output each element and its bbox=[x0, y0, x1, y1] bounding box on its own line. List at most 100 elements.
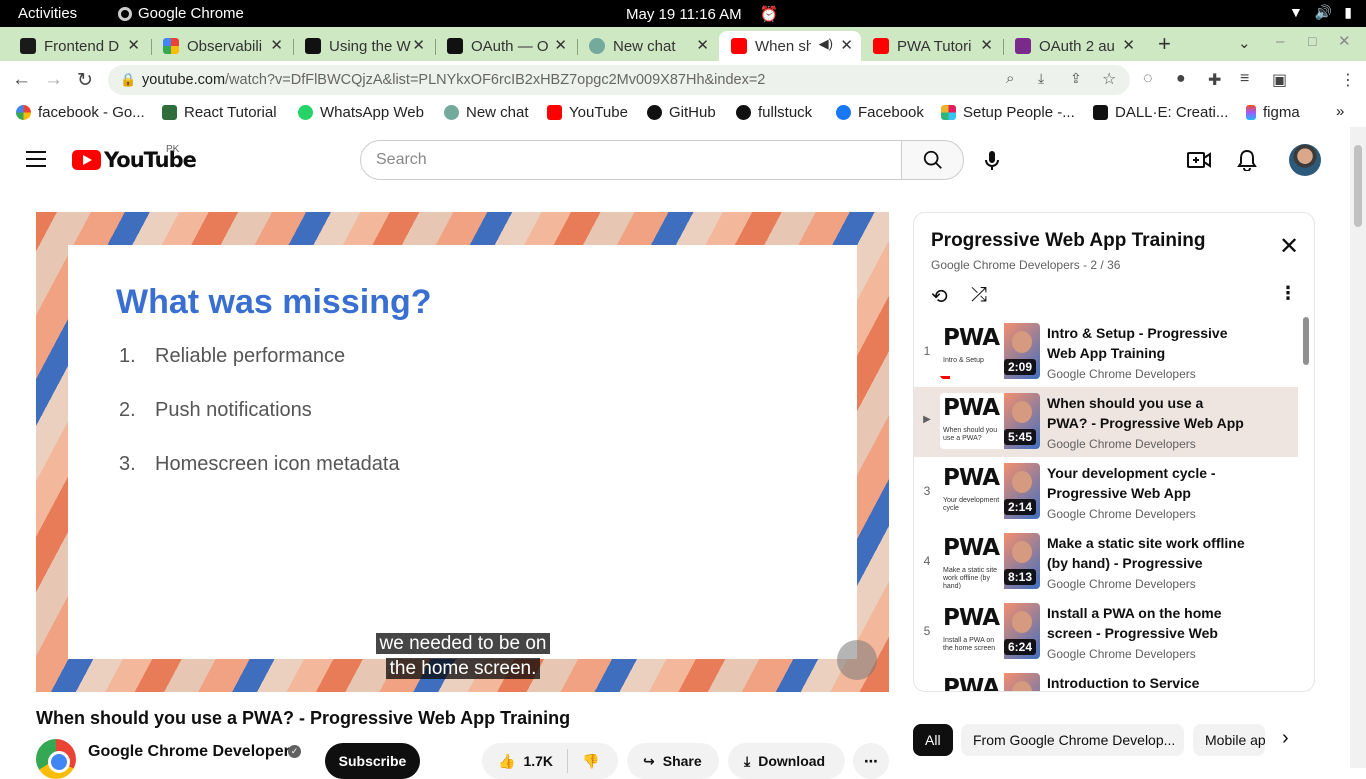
tab-new-chat[interactable]: New chat ✕ bbox=[577, 31, 717, 61]
close-icon[interactable]: ✕ bbox=[412, 36, 425, 54]
duration-badge: 8:13 bbox=[1003, 569, 1036, 585]
chip-from-channel[interactable]: From Google Chrome Develop... bbox=[961, 724, 1184, 756]
menu-icon[interactable] bbox=[26, 151, 46, 172]
zoom-search-icon[interactable]: ⌕ bbox=[1006, 70, 1014, 87]
close-playlist-icon[interactable]: ✕ bbox=[1279, 235, 1299, 259]
new-tab-button[interactable]: + bbox=[1158, 31, 1171, 57]
bookmark-star-icon[interactable]: ☆ bbox=[1102, 69, 1116, 89]
bookmark-new-chat[interactable]: New chat bbox=[444, 104, 529, 121]
channel-avatar[interactable] bbox=[36, 739, 76, 779]
extension-icon[interactable]: ● bbox=[1176, 70, 1186, 88]
reload-button[interactable]: ↻ bbox=[77, 69, 93, 92]
minimize-button[interactable]: – bbox=[1276, 33, 1284, 50]
bookmark-figma[interactable]: figma bbox=[1246, 104, 1300, 121]
tab-when-should-you-use[interactable]: When sh ◀) ✕ bbox=[719, 31, 861, 61]
puzzle-extensions-icon[interactable]: ✚ bbox=[1208, 70, 1221, 90]
like-icon[interactable]: 👍 bbox=[498, 753, 515, 770]
more-actions-button[interactable]: ⋯ bbox=[853, 743, 889, 779]
video-thumbnail[interactable]: PWA Intro & Setup 2:09 bbox=[940, 323, 1040, 379]
address-bar[interactable]: 🔒 youtube.com/watch?v=DfFlBWCQjzA&list=P… bbox=[108, 65, 1130, 95]
playlist-item[interactable]: 1 PWA Intro & Setup 2:09 Intro & Setup - P… bbox=[914, 317, 1298, 387]
extension-loading-icon[interactable]: ◌ bbox=[1143, 70, 1153, 88]
maximize-button[interactable]: □ bbox=[1308, 33, 1316, 49]
close-icon[interactable]: ✕ bbox=[696, 36, 709, 54]
audio-playing-icon[interactable]: ◀) bbox=[819, 36, 833, 52]
scrollbar-thumb[interactable] bbox=[1354, 145, 1362, 227]
close-icon[interactable]: ✕ bbox=[270, 36, 283, 54]
tab-oauth[interactable]: OAuth — O ✕ bbox=[435, 31, 575, 61]
shuffle-icon[interactable]: ⤮ bbox=[971, 284, 987, 307]
clock[interactable]: May 19 11:16 AM ⏰ bbox=[626, 5, 778, 23]
search-input[interactable]: Search bbox=[360, 140, 902, 180]
share-icon[interactable]: ⇪ bbox=[1070, 70, 1082, 87]
playlist-item[interactable]: 5 PWA Install a PWA on the home screen 6:2… bbox=[914, 597, 1298, 667]
playlist-scrollbar[interactable] bbox=[1303, 317, 1309, 365]
media-controls-icon[interactable]: ≡ bbox=[1240, 70, 1249, 88]
activities-button[interactable]: Activities bbox=[18, 5, 77, 22]
playlist-item[interactable]: 3 PWA Your development cycle 2:14 Your dev… bbox=[914, 457, 1298, 527]
playlist-item[interactable]: PWA Introduction to Service Worker bbox=[914, 667, 1298, 691]
playlist-item-active[interactable]: ▶ PWA When should you use a PWA? 5:45 When… bbox=[914, 387, 1298, 457]
notifications-bell-icon[interactable] bbox=[1237, 149, 1257, 171]
playlist-subtitle[interactable]: Google Chrome Developers - 2 / 36 bbox=[931, 258, 1120, 272]
install-app-icon[interactable]: ⤓ bbox=[1038, 70, 1044, 87]
dislike-icon[interactable]: 👎 bbox=[582, 753, 599, 770]
window-close-button[interactable]: ✕ bbox=[1338, 32, 1351, 50]
tab-using-the-w[interactable]: Using the W ✕ bbox=[293, 31, 433, 61]
bookmark-dalle[interactable]: DALL·E: Creati... bbox=[1093, 104, 1228, 121]
video-thumbnail[interactable]: PWA bbox=[940, 673, 1040, 691]
side-panel-icon[interactable]: ▣ bbox=[1272, 70, 1287, 90]
bookmark-facebook[interactable]: Facebook bbox=[836, 104, 924, 121]
chrome-menu-icon[interactable]: ⋮ bbox=[1340, 70, 1356, 90]
video-thumbnail[interactable]: PWA Your development cycle 2:14 bbox=[940, 463, 1040, 519]
channel-name[interactable]: Google Chrome Developers bbox=[88, 743, 299, 761]
playlist-item[interactable]: 4 PWA Make a static site work offline (by… bbox=[914, 527, 1298, 597]
chevron-right-icon[interactable]: › bbox=[1282, 727, 1289, 750]
close-icon[interactable]: ✕ bbox=[980, 36, 993, 54]
video-thumbnail[interactable]: PWA Install a PWA on the home screen 6:24 bbox=[940, 603, 1040, 659]
close-icon[interactable]: ✕ bbox=[554, 36, 567, 54]
bookmark-facebook-go[interactable]: facebook - Go... bbox=[16, 104, 145, 121]
bookmark-whatsapp-web[interactable]: WhatsApp Web bbox=[298, 104, 424, 121]
bookmark-setup-people[interactable]: Setup People -... bbox=[941, 104, 1075, 121]
lock-icon[interactable]: 🔒 bbox=[120, 72, 136, 88]
playlist-more-icon[interactable]: ⋮ bbox=[1279, 283, 1297, 304]
tab-observability[interactable]: Observabili ✕ bbox=[151, 31, 291, 61]
bookmark-react-tutorial[interactable]: React Tutorial bbox=[162, 104, 277, 121]
account-avatar[interactable] bbox=[1289, 144, 1321, 176]
playlist-title[interactable]: Progressive Web App Training bbox=[931, 230, 1206, 252]
create-video-icon[interactable] bbox=[1187, 149, 1211, 171]
app-name: Google Chrome bbox=[138, 5, 244, 22]
video-thumbnail[interactable]: PWA When should you use a PWA? 5:45 bbox=[940, 393, 1040, 449]
close-icon[interactable]: ✕ bbox=[127, 36, 140, 54]
system-tray[interactable]: ▼ 🔊 ▮ bbox=[1289, 4, 1352, 21]
close-icon[interactable]: ✕ bbox=[1122, 36, 1135, 54]
download-button[interactable]: ⤓ Download bbox=[728, 743, 845, 779]
video-thumbnail[interactable]: PWA Make a static site work offline (by h… bbox=[940, 533, 1040, 589]
page-scrollbar[interactable] bbox=[1350, 127, 1366, 768]
bookmarks-overflow-icon[interactable]: » bbox=[1336, 103, 1344, 120]
video-player[interactable]: What was missing? 1. Reliable performance… bbox=[36, 212, 889, 692]
app-menu[interactable]: Google Chrome bbox=[118, 5, 244, 22]
tab-pwa-tutorial[interactable]: PWA Tutori ✕ bbox=[861, 31, 1001, 61]
search-button[interactable] bbox=[901, 140, 964, 180]
tab-search-chevron-icon[interactable]: ⌄ bbox=[1238, 34, 1251, 52]
loop-playlist-icon[interactable]: ⟲ bbox=[931, 284, 948, 309]
github-icon bbox=[647, 105, 662, 120]
playlist-item-channel: Google Chrome Developers bbox=[1047, 507, 1196, 521]
bookmark-github[interactable]: GitHub bbox=[647, 104, 716, 121]
bookmark-youtube[interactable]: YouTube bbox=[547, 104, 628, 121]
subscribe-button[interactable]: Subscribe bbox=[325, 743, 420, 779]
chip-mobile-apps[interactable]: Mobile ap bbox=[1193, 724, 1265, 756]
like-count[interactable]: 1.7K bbox=[523, 753, 553, 769]
chip-all[interactable]: All bbox=[913, 724, 953, 756]
tab-frontend[interactable]: Frontend D ✕ bbox=[8, 31, 148, 61]
bookmark-fullstuck[interactable]: fullstuck bbox=[736, 104, 812, 121]
share-button[interactable]: ↪ Share bbox=[627, 743, 719, 779]
close-icon[interactable]: ✕ bbox=[840, 36, 853, 54]
tab-oauth-2[interactable]: OAuth 2 au ✕ bbox=[1003, 31, 1143, 61]
forward-button[interactable]: → bbox=[44, 69, 63, 91]
microphone-icon[interactable] bbox=[984, 150, 1000, 172]
back-button[interactable]: ← bbox=[12, 69, 31, 91]
channel-watermark-icon[interactable] bbox=[837, 640, 877, 680]
